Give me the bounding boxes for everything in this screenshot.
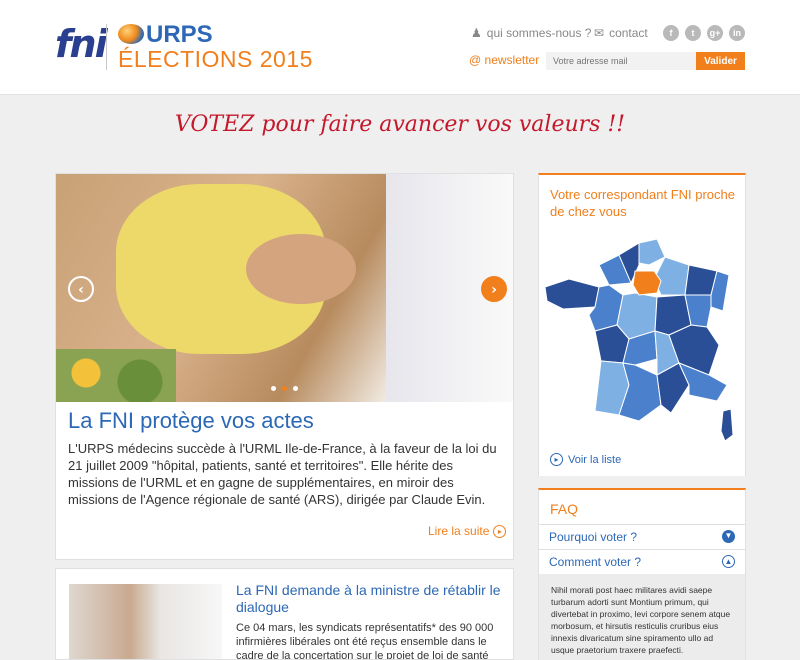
- about-link-label: qui sommes-nous ?: [486, 26, 592, 40]
- carousel-dot[interactable]: [271, 386, 276, 391]
- facebook-icon[interactable]: f: [663, 25, 679, 41]
- user-icon: ♟: [471, 26, 482, 40]
- france-map[interactable]: [539, 235, 745, 450]
- globe-icon: [118, 24, 144, 44]
- twitter-icon[interactable]: t: [685, 25, 701, 41]
- faq-question-how[interactable]: Comment voter ? ▲: [539, 549, 745, 573]
- read-more-label: Lire la suite: [428, 524, 490, 538]
- news-item: La FNI demande à la ministre de rétablir…: [55, 568, 514, 660]
- header: fni URPS ÉLECTIONS 2015 ♟ qui sommes-nou…: [0, 0, 800, 95]
- correspondent-map-box: Votre correspondant FNI proche de chez v…: [538, 173, 746, 476]
- carousel-image: ‹ ›: [56, 174, 513, 402]
- map-region-nord[interactable]: [638, 238, 666, 266]
- urps-logo[interactable]: URPS: [146, 21, 213, 49]
- slide-photo-shape: [56, 349, 176, 402]
- carousel-dot[interactable]: [293, 386, 298, 391]
- arrow-right-circle-icon: ▸: [550, 453, 563, 466]
- news-text: Ce 04 mars, les syndicats représentatifs…: [236, 622, 494, 660]
- slide-photo-shape: [246, 234, 356, 304]
- faq-question-why[interactable]: Pourquoi voter ? ▼: [539, 524, 745, 548]
- contact-link-label: contact: [609, 26, 648, 40]
- faq-question-label: Comment voter ?: [549, 555, 642, 569]
- newsletter-email-input[interactable]: [546, 52, 696, 70]
- carousel-next-icon[interactable]: ›: [481, 276, 507, 302]
- faq-question-label: Pourquoi voter ?: [549, 530, 638, 544]
- fni-logo[interactable]: fni: [55, 22, 108, 66]
- map-region-corse[interactable]: [720, 408, 734, 442]
- map-region-bretagne[interactable]: [544, 278, 600, 310]
- contact-link[interactable]: ✉ contact: [594, 26, 648, 40]
- linkedin-icon[interactable]: in: [729, 25, 745, 41]
- news-thumbnail[interactable]: [69, 584, 222, 659]
- view-list-link[interactable]: ▸ Voir la liste: [550, 453, 621, 466]
- read-more-link[interactable]: Lire la suite ▸: [428, 524, 507, 538]
- map-region-champagne[interactable]: [653, 256, 690, 296]
- logo-divider: [106, 24, 107, 70]
- slogan: VOTEZ pour faire avancer vos valeurs !!: [174, 112, 626, 137]
- chevron-up-icon[interactable]: ▲: [722, 555, 735, 568]
- carousel-dot-active[interactable]: [282, 386, 287, 391]
- elections-logo-text: ÉLECTIONS 2015: [118, 46, 313, 72]
- faq-box: FAQ Pourquoi voter ? ▼ Comment voter ? ▲…: [538, 488, 746, 660]
- google-plus-icon[interactable]: g+: [707, 25, 723, 41]
- about-link[interactable]: ♟ qui sommes-nous ?: [471, 26, 591, 40]
- map-region-ile-de-france[interactable]: [632, 270, 662, 296]
- envelope-icon: ✉: [594, 26, 605, 40]
- faq-title: FAQ: [550, 501, 579, 517]
- arrow-right-circle-icon: ▸: [493, 524, 507, 538]
- newsletter-label: @ newsletter: [469, 53, 540, 67]
- article-text: L'URPS médecins succède à l'URML Ile-de-…: [68, 441, 497, 507]
- carousel-dots: [271, 386, 298, 391]
- map-box-title: Votre correspondant FNI proche de chez v…: [550, 187, 735, 219]
- news-title[interactable]: La FNI demande à la ministre de rétablir…: [236, 582, 501, 616]
- newsletter-submit-button[interactable]: Valider: [696, 52, 745, 70]
- view-list-label: Voir la liste: [568, 453, 622, 466]
- article-title[interactable]: La FNI protège vos actes: [68, 408, 314, 434]
- carousel-prev-icon[interactable]: ‹: [68, 276, 94, 302]
- main-article: ‹ › La FNI protège vos actes L'URPS méde…: [55, 173, 514, 560]
- chevron-down-icon[interactable]: ▼: [722, 530, 735, 543]
- faq-answer: Nihil morati post haec militares avidi s…: [539, 574, 745, 660]
